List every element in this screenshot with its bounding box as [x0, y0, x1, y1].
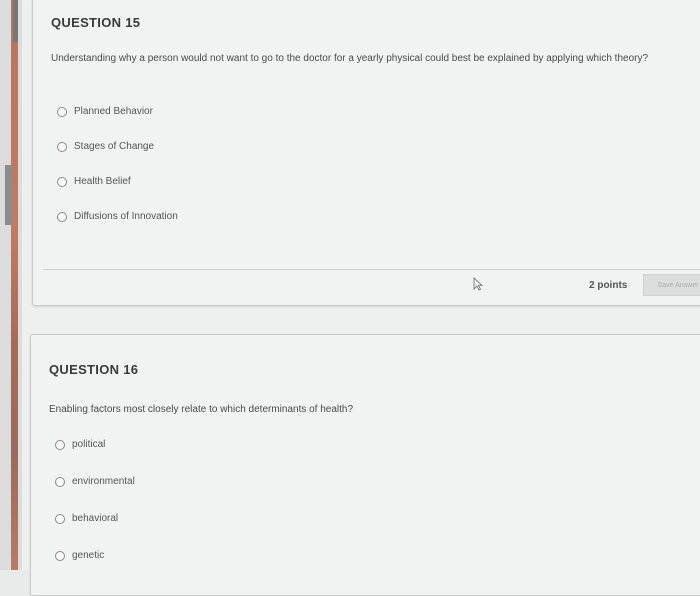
radio-unselected-icon[interactable]	[55, 439, 65, 450]
option-planned-behavior[interactable]: Planned Behavior	[57, 106, 153, 117]
question-prompt: Enabling factors most closely relate to …	[49, 404, 354, 415]
option-label: genetic	[72, 550, 105, 561]
question-title: QUESTION 15	[51, 15, 141, 30]
side-scroll-marker[interactable]	[5, 165, 12, 225]
option-label: Health Belief	[74, 176, 131, 187]
quiz-page: QUESTION 15 Understanding why a person w…	[22, 0, 700, 596]
option-behavioral[interactable]: behavioral	[55, 513, 118, 524]
question-card-15: QUESTION 15 Understanding why a person w…	[32, 0, 700, 306]
option-stages-of-change[interactable]: Stages of Change	[57, 141, 154, 152]
save-answer-button[interactable]: Save Answer	[643, 274, 700, 296]
points-label: 2 points	[589, 280, 628, 291]
option-label: Planned Behavior	[74, 106, 153, 117]
option-health-belief[interactable]: Health Belief	[57, 176, 131, 187]
side-strip-segment	[13, 0, 18, 42]
radio-unselected-icon[interactable]	[57, 211, 67, 222]
option-label: behavioral	[72, 513, 119, 524]
option-label: environmental	[72, 476, 135, 487]
footer-divider	[43, 269, 700, 270]
radio-unselected-icon[interactable]	[55, 513, 65, 524]
option-label: Stages of Change	[74, 141, 155, 152]
radio-unselected-icon[interactable]	[57, 141, 67, 152]
radio-unselected-icon[interactable]	[55, 550, 65, 561]
option-diffusions-of-innovation[interactable]: Diffusions of Innovation	[57, 211, 178, 222]
option-label: Diffusions of Innovation	[74, 211, 178, 222]
question-card-16: QUESTION 16 Enabling factors most closel…	[30, 334, 700, 596]
option-political[interactable]: political	[55, 439, 105, 450]
question-title: QUESTION 16	[49, 362, 139, 377]
radio-unselected-icon[interactable]	[55, 476, 65, 487]
option-genetic[interactable]: genetic	[55, 550, 104, 561]
left-rail	[0, 0, 22, 570]
mouse-pointer-icon	[473, 277, 483, 291]
option-label: political	[72, 439, 106, 450]
radio-unselected-icon[interactable]	[57, 106, 67, 117]
option-environmental[interactable]: environmental	[55, 476, 135, 487]
radio-unselected-icon[interactable]	[57, 176, 67, 187]
question-prompt: Understanding why a person would not wan…	[51, 53, 649, 64]
side-strip	[11, 0, 18, 570]
